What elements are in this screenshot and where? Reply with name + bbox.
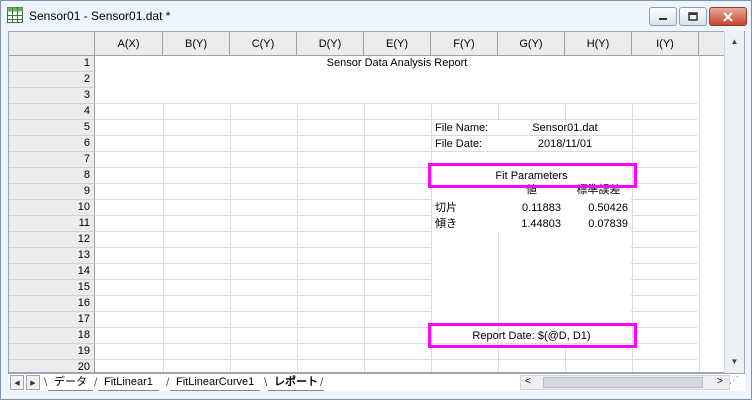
tab-separator: \	[264, 375, 268, 389]
report-date-highlight	[428, 323, 637, 348]
column-header-b[interactable]: B(Y)	[163, 32, 230, 56]
column-header-h[interactable]: H(Y)	[565, 32, 632, 56]
row-header-5[interactable]: 5	[9, 120, 95, 136]
row-header-8[interactable]: 8	[9, 168, 95, 184]
tab-separator: /	[94, 375, 98, 389]
column-header-g[interactable]: G(Y)	[498, 32, 565, 56]
row-header-15[interactable]: 15	[9, 280, 95, 296]
maximize-icon	[688, 12, 698, 21]
tab-fitlinearcurve1[interactable]: FitLinearCurve1	[170, 374, 261, 391]
row-header-20[interactable]: 20	[9, 360, 95, 372]
tab-separator: \	[44, 375, 48, 389]
row-header-6[interactable]: 6	[9, 136, 95, 152]
row-header-17[interactable]: 17	[9, 312, 95, 328]
scroll-up-button[interactable]: ▲	[726, 33, 743, 50]
intercept-label: 切片	[435, 202, 457, 214]
slope-value: 1.44803	[521, 218, 561, 230]
grid-line	[699, 56, 700, 372]
worksheet-icon	[7, 7, 23, 23]
file-name-label: File Name:	[435, 122, 489, 134]
select-all-corner[interactable]	[9, 32, 95, 56]
column-header-f[interactable]: F(Y)	[431, 32, 498, 56]
scroll-thumb[interactable]	[543, 377, 703, 388]
maximize-button[interactable]	[679, 7, 707, 26]
row-header-3[interactable]: 3	[9, 88, 95, 104]
row-header-7[interactable]: 7	[9, 152, 95, 168]
tab-separator: /	[320, 375, 324, 389]
slope-label: 傾き	[435, 218, 457, 230]
column-header-e[interactable]: E(Y)	[364, 32, 431, 56]
column-header-d[interactable]: D(Y)	[297, 32, 364, 56]
slope-error: 0.07839	[588, 218, 628, 230]
tab-fitlinear1[interactable]: FitLinear1	[98, 374, 159, 391]
prev-sheet-button[interactable]: ◀	[10, 375, 24, 390]
next-sheet-button[interactable]: ▶	[26, 375, 40, 390]
intercept-error: 0.50426	[588, 202, 628, 214]
tab-data[interactable]: データ	[48, 374, 93, 391]
chevron-down-icon: ▼	[730, 357, 739, 366]
close-button[interactable]	[709, 7, 747, 26]
chevron-right-icon: ▶	[30, 379, 36, 387]
sheet-tab-bar: ◀ ▶ \ データ / FitLinear1 / FitLinearCurve1…	[8, 373, 745, 391]
file-date-label: File Date:	[435, 138, 483, 150]
file-date-value: 2018/11/01	[537, 138, 593, 150]
fit-parameters-highlight	[428, 163, 637, 188]
vertical-scrollbar[interactable]: ▲ ▼	[724, 31, 744, 373]
row-header-11[interactable]: 11	[9, 216, 95, 232]
column-header-c[interactable]: C(Y)	[230, 32, 297, 56]
row-header-2[interactable]: 2	[9, 72, 95, 88]
scroll-left-icon[interactable]: <	[525, 376, 531, 387]
chevron-left-icon: ◀	[14, 379, 20, 387]
row-header-1[interactable]: 1	[9, 56, 95, 72]
row-header-19[interactable]: 19	[9, 344, 95, 360]
grid-line	[95, 359, 697, 360]
window-title: Sensor01 - Sensor01.dat *	[29, 9, 171, 23]
row-header-14[interactable]: 14	[9, 264, 95, 280]
row-header-16[interactable]: 16	[9, 296, 95, 312]
file-name-value: Sensor01.dat	[532, 122, 598, 134]
chevron-up-icon: ▲	[730, 37, 739, 46]
grid-line	[95, 103, 697, 104]
resize-grip-icon[interactable]: ⋰	[726, 375, 742, 391]
scroll-down-button[interactable]: ▼	[726, 353, 743, 370]
row-header-10[interactable]: 10	[9, 200, 95, 216]
row-header-18[interactable]: 18	[9, 328, 95, 344]
report-title: Sensor Data Analysis Report	[326, 57, 468, 69]
worksheet-grid[interactable]: A(X) B(Y) C(Y) D(Y) E(Y) F(Y) G(Y) H(Y) …	[8, 31, 745, 373]
minimize-button[interactable]	[649, 7, 677, 26]
column-header-i[interactable]: I(Y)	[632, 32, 699, 56]
title-bar[interactable]: Sensor01 - Sensor01.dat *	[1, 1, 751, 31]
row-header-4[interactable]: 4	[9, 104, 95, 120]
tab-separator: /	[166, 375, 170, 389]
intercept-value: 0.11883	[522, 202, 561, 214]
scroll-right-icon[interactable]: >	[717, 376, 723, 387]
row-header-12[interactable]: 12	[9, 232, 95, 248]
row-header-9[interactable]: 9	[9, 184, 95, 200]
close-icon	[723, 11, 733, 22]
row-header-13[interactable]: 13	[9, 248, 95, 264]
minimize-icon	[659, 17, 667, 20]
horizontal-scrollbar[interactable]: < >	[520, 375, 730, 390]
column-header-a[interactable]: A(X)	[95, 32, 163, 56]
tab-report[interactable]: レポート	[268, 374, 324, 391]
